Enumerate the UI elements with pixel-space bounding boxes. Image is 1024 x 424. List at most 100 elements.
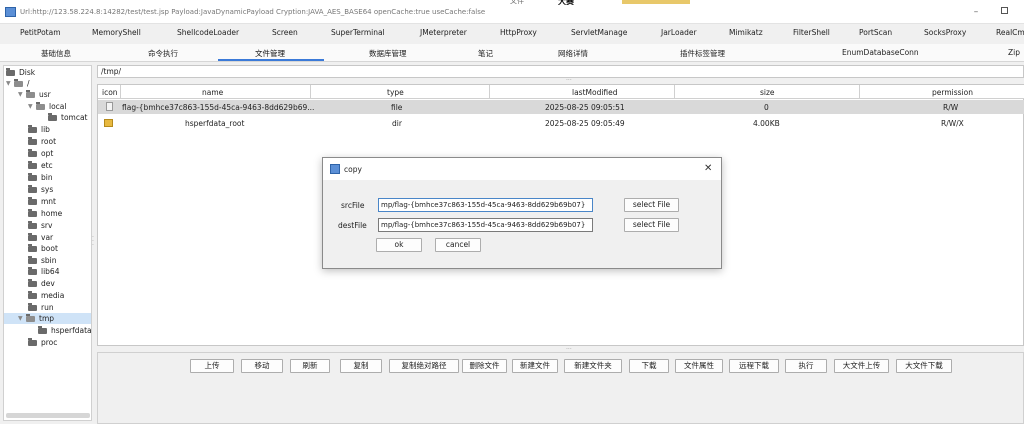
large-file-download-button[interactable]: 大文件下载 (896, 359, 952, 373)
folder-icon (28, 255, 37, 264)
upload-button[interactable]: 上传 (190, 359, 234, 373)
tree-item-etc[interactable]: etc (28, 160, 53, 171)
tree-item-opt[interactable]: opt (28, 148, 53, 159)
tab-socksproxy[interactable]: SocksProxy (924, 28, 966, 37)
tree-item-media[interactable]: media (28, 290, 64, 301)
splitter-handle-top[interactable]: ··· (566, 77, 572, 84)
path-input[interactable]: /tmp/ (97, 65, 1024, 78)
tab-servletmanage[interactable]: ServletManage (571, 28, 627, 37)
column-header-lastmodified[interactable]: lastModified (572, 88, 618, 97)
folder-icon (38, 325, 47, 334)
chevron-down-icon[interactable]: ▼ (28, 103, 36, 110)
tab-mimikatz[interactable]: Mimikatz (729, 28, 763, 37)
remote-download-button[interactable]: 远程下载 (729, 359, 779, 373)
tree-item-hsperfdata[interactable]: hsperfdata (38, 325, 91, 336)
tree-item-var[interactable]: var (28, 232, 53, 243)
folder-icon (104, 119, 113, 127)
tab-petitpotam[interactable]: PetitPotam (20, 28, 61, 37)
tab-database-manager[interactable]: 数据库管理 (369, 48, 407, 59)
tree-item-proc[interactable]: proc (28, 337, 57, 348)
tab-jmeterpreter[interactable]: JMeterpreter (420, 28, 467, 37)
refresh-button[interactable]: 刷新 (290, 359, 330, 373)
folder-open-icon (14, 78, 23, 87)
tree-item-boot[interactable]: boot (28, 243, 58, 254)
splitter-handle[interactable]: · · · (92, 235, 96, 249)
new-folder-button[interactable]: 新建文件夹 (564, 359, 622, 373)
src-file-input[interactable] (378, 198, 593, 212)
tab-screen[interactable]: Screen (272, 28, 298, 37)
folder-open-icon (36, 101, 45, 110)
folder-icon (28, 160, 37, 169)
column-header-size[interactable]: size (760, 88, 775, 97)
tab-filtershell[interactable]: FilterShell (793, 28, 830, 37)
tree-item-root-dir[interactable]: root (28, 136, 56, 147)
folder-icon (28, 220, 37, 229)
folder-icon (28, 302, 37, 311)
delete-file-button[interactable]: 删除文件 (462, 359, 507, 373)
download-button[interactable]: 下载 (629, 359, 669, 373)
tree-item-root[interactable]: ▼ / (6, 78, 30, 89)
tree-item-sbin[interactable]: sbin (28, 255, 57, 266)
tab-memoryshell[interactable]: MemoryShell (92, 28, 141, 37)
tab-notes[interactable]: 笔记 (478, 48, 493, 59)
large-file-upload-button[interactable]: 大文件上传 (834, 359, 889, 373)
tree-item-sys[interactable]: sys (28, 184, 53, 195)
tab-shellcodeloader[interactable]: ShellcodeLoader (177, 28, 239, 37)
src-select-file-button[interactable]: select File (624, 198, 679, 212)
tab-zip[interactable]: Zip (1008, 48, 1020, 57)
tree-horizontal-scrollbar[interactable] (6, 413, 90, 418)
copy-button[interactable]: 复制 (340, 359, 382, 373)
tree-item-local[interactable]: ▼ local (28, 101, 66, 112)
move-button[interactable]: 移动 (241, 359, 283, 373)
folder-icon (28, 243, 37, 252)
chevron-down-icon[interactable]: ▼ (6, 80, 14, 87)
app-icon (330, 164, 340, 174)
tab-realcmd[interactable]: RealCm (996, 28, 1024, 37)
column-header-icon[interactable]: icon (102, 88, 118, 97)
ok-button[interactable]: ok (376, 238, 422, 252)
chevron-down-icon[interactable]: ▼ (18, 91, 26, 98)
tree-item-disk[interactable]: Disk (6, 67, 35, 78)
new-file-button[interactable]: 新建文件 (512, 359, 558, 373)
tree-item-tmp[interactable]: ▼ tmp (4, 313, 91, 324)
tab-network-details[interactable]: 网络详情 (558, 48, 588, 59)
tree-item-dev[interactable]: dev (28, 278, 55, 289)
table-row[interactable]: hsperfdata_root dir 2025-08-25 09:05:49 … (98, 116, 1024, 130)
tab-httpproxy[interactable]: HttpProxy (500, 28, 537, 37)
column-header-type[interactable]: type (387, 88, 404, 97)
tab-plugin-tag-manager[interactable]: 插件标签管理 (680, 48, 725, 59)
tab-superterminal[interactable]: SuperTerminal (331, 28, 385, 37)
tree-item-home[interactable]: home (28, 208, 62, 219)
table-row[interactable]: flag-{bmhce37c863-155d-45ca-9463-8dd629b… (98, 100, 1024, 114)
file-properties-button[interactable]: 文件属性 (675, 359, 723, 373)
folder-icon (28, 278, 37, 287)
dest-select-file-button[interactable]: select File (624, 218, 679, 232)
maximize-button[interactable] (997, 5, 1011, 19)
execute-button[interactable]: 执行 (785, 359, 827, 373)
tree-item-run[interactable]: run (28, 302, 54, 313)
tab-enumdatabaseconn[interactable]: EnumDatabaseConn (842, 48, 919, 57)
tab-command-exec[interactable]: 命令执行 (148, 48, 178, 59)
copy-absolute-path-button[interactable]: 复制绝对路径 (389, 359, 459, 373)
column-header-name[interactable]: name (202, 88, 223, 97)
cancel-button[interactable]: cancel (435, 238, 481, 252)
tree-item-usr[interactable]: ▼ usr (18, 89, 51, 100)
tree-item-srv[interactable]: srv (28, 220, 52, 231)
minimize-button[interactable]: – (969, 5, 983, 19)
tree-item-lib[interactable]: lib (28, 124, 50, 135)
tab-portscan[interactable]: PortScan (859, 28, 892, 37)
chevron-down-icon[interactable]: ▼ (18, 315, 26, 322)
dest-file-input[interactable] (378, 218, 593, 232)
tab-file-manager[interactable]: 文件管理 (255, 48, 285, 59)
tab-basic-info[interactable]: 基础信息 (41, 48, 71, 59)
tree-item-tomcat[interactable]: tomcat (48, 112, 88, 123)
folder-icon (28, 208, 37, 217)
close-icon[interactable]: ✕ (704, 163, 712, 174)
dialog-title-bar: copy ✕ (323, 158, 721, 180)
tree-item-lib64[interactable]: lib64 (28, 266, 59, 277)
tab-jarloader[interactable]: JarLoader (661, 28, 697, 37)
copy-dialog: copy ✕ srcFile select File destFile sele… (322, 157, 722, 269)
column-header-permission[interactable]: permission (932, 88, 973, 97)
tree-item-mnt[interactable]: mnt (28, 196, 56, 207)
tree-item-bin[interactable]: bin (28, 172, 53, 183)
